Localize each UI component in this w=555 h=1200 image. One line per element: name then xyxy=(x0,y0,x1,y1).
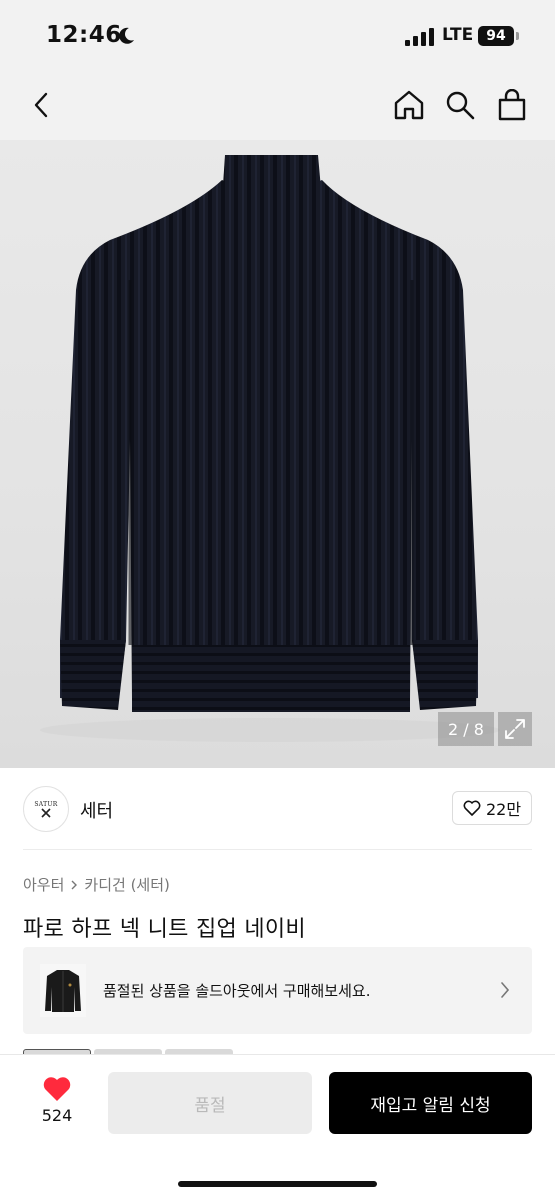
banner-thumbnail xyxy=(40,964,86,1017)
status-bar: 12:46 LTE 94 xyxy=(0,0,555,70)
chevron-right-icon xyxy=(71,880,78,889)
cart-button[interactable] xyxy=(495,88,529,122)
brand-logo[interactable]: SATUR xyxy=(23,786,69,832)
top-nav xyxy=(0,70,555,140)
sweater-image xyxy=(40,155,500,742)
like-product-button[interactable]: 524 xyxy=(32,1075,82,1133)
back-icon xyxy=(34,92,48,118)
search-icon xyxy=(446,91,475,120)
brand-like-button[interactable]: 22만 xyxy=(452,791,532,825)
signal-icon xyxy=(405,28,434,46)
shopping-bag-icon xyxy=(498,89,526,121)
search-button[interactable] xyxy=(443,88,477,122)
home-indicator xyxy=(178,1181,377,1187)
breadcrumb: 아우터 카디건 (세터) xyxy=(23,874,170,895)
expand-icon xyxy=(505,719,525,739)
soldout-banner-text: 품절된 상품을 솔드아웃에서 구매해보세요. xyxy=(103,982,371,1000)
soldout-button: 품절 xyxy=(108,1072,312,1134)
brand-like-count: 22만 xyxy=(485,800,522,819)
breadcrumb-outer[interactable]: 아우터 xyxy=(23,874,64,895)
brand-logo-text: SATUR xyxy=(34,800,58,808)
restock-alert-button[interactable]: 재입고 알림 신청 xyxy=(329,1072,532,1134)
image-page-indicator: 2 / 8 xyxy=(438,712,494,746)
like-count: 524 xyxy=(41,1106,73,1125)
jacket-thumbnail-image xyxy=(45,969,81,1012)
chevron-right-icon xyxy=(501,982,510,998)
soldout-banner[interactable]: 품절된 상품을 솔드아웃에서 구매해보세요. xyxy=(23,947,532,1034)
heart-outline-icon xyxy=(463,800,481,816)
home-icon xyxy=(394,90,424,120)
home-button[interactable] xyxy=(392,88,426,122)
divider xyxy=(23,849,532,850)
status-time: 12:46 xyxy=(46,22,122,48)
battery-tip xyxy=(516,32,519,40)
product-image-gallery[interactable] xyxy=(0,140,555,768)
expand-image-button[interactable] xyxy=(498,712,532,746)
brand-mark-icon xyxy=(41,807,51,818)
moon-icon xyxy=(119,27,134,44)
network-label: LTE xyxy=(442,25,474,45)
product-title: 파로 하프 넥 니트 집업 네이비 xyxy=(23,917,306,942)
breadcrumb-cardigan[interactable]: 카디건 (세터) xyxy=(84,874,169,895)
brand-name[interactable]: 세터 xyxy=(80,797,113,823)
heart-filled-icon xyxy=(43,1077,71,1101)
battery-icon: 94 xyxy=(478,26,514,46)
back-button[interactable] xyxy=(24,88,58,122)
